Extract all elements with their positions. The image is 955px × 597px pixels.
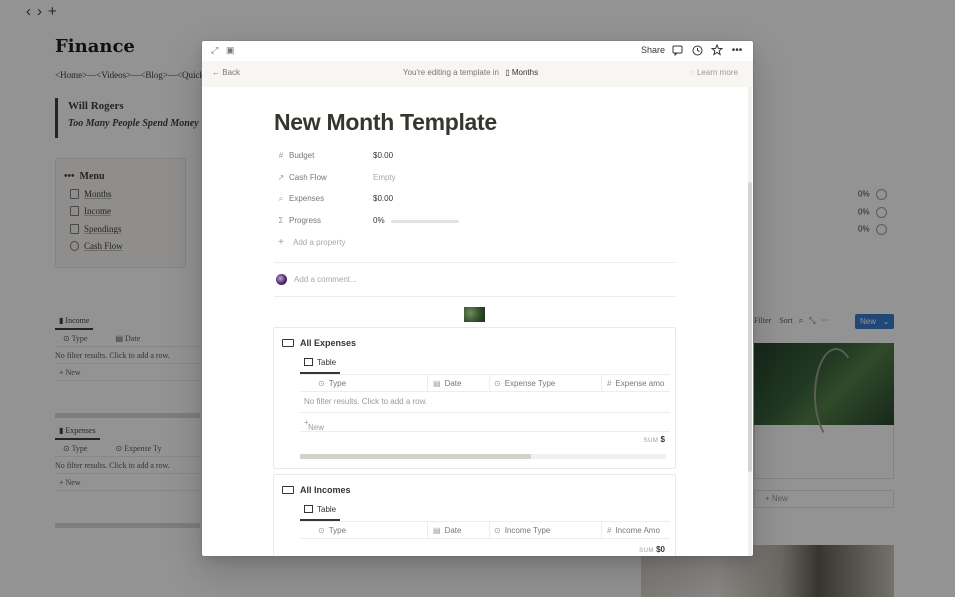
property-name: Cash Flow [289,173,327,182]
property-value[interactable]: $0.00 [373,190,393,208]
plus-icon: + [278,237,284,248]
expand-icon[interactable]: ⤢ [211,45,218,56]
modal-topbar: ⤢ ▣ Share ••• [202,41,753,61]
column-header-date[interactable]: ▤ Date [433,522,488,539]
relation-arrow-icon: ↗ [277,173,285,182]
property-progress[interactable]: Σ Progress 0% [276,212,678,230]
column-header-date[interactable]: ▤ Date [433,375,488,392]
view-tab-table[interactable]: Table [300,503,341,521]
learn-more-link[interactable]: ◌ Learn more [690,68,738,77]
database-title[interactable]: All Expenses [300,338,356,348]
comment-icon[interactable] [671,44,683,56]
scrollbar-thumb[interactable] [300,454,531,459]
star-icon[interactable] [711,44,723,56]
column-divider[interactable] [601,375,602,392]
database-link-icon [282,486,294,494]
breadcrumb-months[interactable]: ▯ Months [505,68,538,77]
column-divider[interactable] [489,522,490,539]
share-button[interactable]: Share [641,45,665,55]
column-header-expense-amount[interactable]: # Expense amo [607,375,670,392]
view-tab-table[interactable]: Table [300,356,341,374]
column-header-expense-type[interactable]: ⊙ Expense Type [494,375,599,392]
table-header: ⊙ Type ▤ Date ⊙ Income Type # Income Amo [300,521,670,539]
template-editor-modal: ⤢ ▣ Share ••• ← Back You're editing a te… [202,41,753,556]
clock-icon[interactable] [691,44,703,56]
table-icon [304,358,313,366]
property-expenses[interactable]: ⌕ Expenses $0.00 [276,190,678,208]
database-link-icon [282,339,294,347]
divider [274,296,676,297]
editing-notice: You're editing a template in ▯ Months [403,68,539,77]
vertical-scrollbar[interactable] [748,87,752,556]
template-title[interactable]: New Month Template [274,109,497,136]
column-header-type[interactable]: ⊙ Type [318,375,428,392]
database-all-expenses: All Expenses Table ⊙ Type ▤ Date ⊙ Expense … [273,327,676,469]
column-divider[interactable] [427,522,428,539]
avatar [276,274,287,285]
back-button[interactable]: ← Back [212,68,240,77]
page-icon: ▯ [505,68,510,77]
progress-bar [391,220,459,223]
property-name: Budget [289,151,315,160]
column-divider[interactable] [427,375,428,392]
property-budget[interactable]: # Budget $0.00 [276,147,678,165]
sum-calculation[interactable]: SUM $0 [639,545,665,554]
divider [274,262,676,263]
add-property-button[interactable]: + Add a property [276,234,678,252]
scrollbar-thumb[interactable] [748,182,752,472]
rollup-search-icon: ⌕ [278,194,284,203]
column-header-type[interactable]: ⊙ Type [318,522,428,539]
template-banner: ← Back You're editing a template in ▯ Mo… [202,61,753,87]
comment-row[interactable]: Add a comment... [274,273,676,289]
comment-input[interactable]: Add a comment... [294,275,357,284]
sum-calculation[interactable]: SUM $ [644,435,665,444]
column-divider[interactable] [489,375,490,392]
formula-sigma-icon: Σ [278,216,284,225]
new-row-button[interactable]: + New [300,412,670,432]
property-name: Expenses [289,194,325,203]
side-peek-icon[interactable]: ▣ [226,45,235,56]
property-name: Progress [289,216,322,225]
more-icon[interactable]: ••• [731,44,743,56]
property-cash-flow[interactable]: ↗ Cash Flow Empty [276,169,678,187]
table-icon [304,505,313,513]
database-title[interactable]: All Incomes [300,485,351,495]
database-all-incomes: All Incomes Table ⊙ Type ▤ Date ⊙ Income Ty… [273,474,676,556]
column-divider[interactable] [601,522,602,539]
property-value[interactable]: Empty [373,169,396,187]
empty-state[interactable]: No filter results. Click to add a row. [304,397,427,406]
column-header-income-amount[interactable]: # Income Amo [607,522,670,539]
property-value[interactable]: 0% [373,212,385,230]
column-header-income-type[interactable]: ⊙ Income Type [494,522,599,539]
number-icon: # [278,151,284,160]
inline-image[interactable] [464,307,485,322]
horizontal-scrollbar[interactable] [300,454,666,459]
table-header: ⊙ Type ▤ Date ⊙ Expense Type # Expense amo [300,374,670,392]
property-value[interactable]: $0.00 [373,147,393,165]
